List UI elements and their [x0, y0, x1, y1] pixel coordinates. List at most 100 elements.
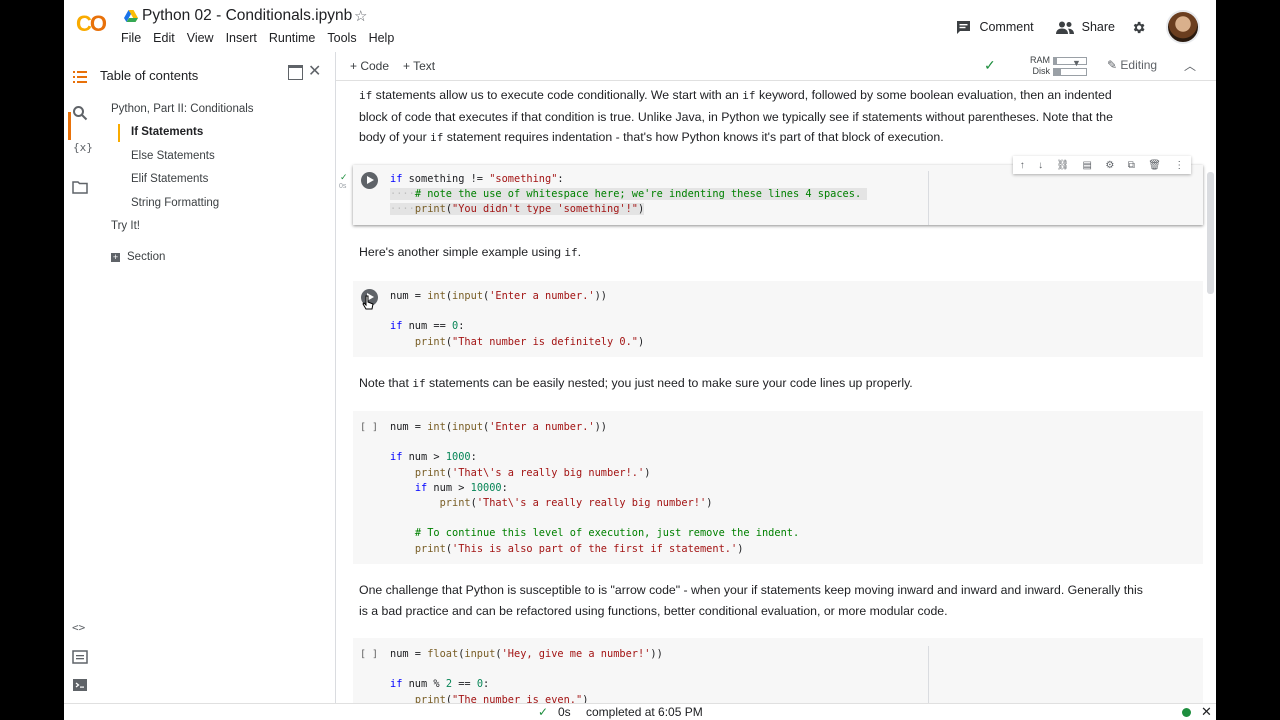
link-icon[interactable]: ⛓ [1056, 160, 1069, 171]
mouse-cursor-icon [362, 295, 374, 310]
toc-item-elif-statements[interactable]: Elif Statements [131, 173, 208, 185]
text-4-line2: is a bad practice and can be refactored … [359, 603, 948, 618]
disk-label: Disk [1032, 66, 1051, 76]
rail-active-indicator [68, 112, 71, 140]
connection-status-dot [1182, 708, 1191, 717]
code-snippets-icon[interactable]: <> [72, 621, 88, 637]
disk-bar [1053, 67, 1087, 76]
text-cell-3: Note that if statements can be easily ne… [359, 373, 1179, 395]
ruler-line [928, 171, 929, 225]
add-text-label: Text [413, 59, 436, 73]
add-code-button[interactable]: + Code [350, 59, 389, 73]
share-button[interactable]: Share [1055, 20, 1115, 34]
text-3a: Note that [359, 376, 409, 390]
text-2a: Here's another simple example using [359, 245, 561, 259]
code-editor[interactable]: num = float(input('Hey, give me a number… [390, 647, 663, 703]
menu-tools[interactable]: Tools [327, 31, 356, 45]
gear-icon [1133, 21, 1145, 33]
inline-code: if [412, 377, 426, 390]
expand-section-icon[interactable]: + [111, 253, 120, 262]
comment-icon[interactable]: ▤ [1083, 160, 1092, 171]
table-of-contents-panel: Table of contents ✕ Python, Part II: Con… [98, 52, 336, 720]
move-up-icon[interactable]: ↑ [1020, 160, 1025, 171]
run-cell-button[interactable] [361, 172, 378, 189]
run-cell-bracket[interactable]: [ ] [360, 422, 378, 433]
editing-mode-button[interactable]: ✎ Editing [1107, 58, 1157, 72]
resources-dropdown-icon[interactable]: ▼ [1072, 58, 1081, 68]
open-in-tab-icon[interactable] [288, 65, 303, 80]
notebook-title[interactable]: Python 02 - Conditionals.ipynb [142, 7, 352, 25]
menu-runtime[interactable]: Runtime [269, 31, 316, 45]
code-cell-2[interactable]: num = int(input('Enter a number.')) if n… [353, 281, 1203, 357]
text-4-line1: One challenge that Python is susceptible… [359, 583, 1143, 597]
variables-icon[interactable]: {x} [73, 141, 93, 157]
menu-help[interactable]: Help [369, 31, 395, 45]
code-editor[interactable]: num = int(input('Enter a number.')) if n… [390, 420, 799, 557]
avatar[interactable] [1166, 10, 1200, 44]
more-vert-icon[interactable]: ⋮ [1174, 160, 1184, 171]
delete-icon[interactable]: 🗑 [1148, 160, 1161, 171]
menu-view[interactable]: View [187, 31, 214, 45]
toc-item-else-statements[interactable]: Else Statements [131, 150, 215, 162]
content-scrollbar[interactable] [1207, 172, 1214, 294]
close-status-icon[interactable]: ✕ [1201, 704, 1212, 720]
terminal-icon[interactable] [72, 677, 88, 693]
people-icon [1055, 21, 1074, 34]
menu-edit[interactable]: Edit [153, 31, 175, 45]
code-editor[interactable]: num = int(input('Enter a number.')) if n… [390, 289, 644, 350]
toc-item-try-it[interactable]: Try It! [111, 220, 140, 232]
editing-label: Editing [1120, 58, 1158, 72]
colab-logo[interactable]: CO [76, 11, 107, 37]
status-time: 0s [558, 705, 571, 719]
menu-insert[interactable]: Insert [226, 31, 257, 45]
ram-label: RAM [1030, 55, 1050, 65]
mirror-cell-icon[interactable]: ⧉ [1128, 160, 1135, 171]
toc-item-if-statements[interactable]: If Statements [131, 126, 203, 138]
intro-text-3a: body of your [359, 130, 427, 144]
code-editor[interactable]: if something != "something": ····# note … [390, 172, 868, 218]
collapse-header-icon[interactable]: ︿ [1184, 57, 1196, 74]
executed-check-icon: ✓ [340, 172, 348, 182]
code-cell-1[interactable]: ↑ ↓ ⛓ ▤ ⚙ ⧉ 🗑 ⋮ ✓ 0s if something != "so… [339, 156, 1203, 225]
command-palette-icon[interactable] [72, 649, 88, 665]
move-down-icon[interactable]: ↓ [1038, 160, 1043, 171]
code-cell-3[interactable]: [ ] num = int(input('Enter a number.')) … [353, 411, 1203, 564]
drive-icon [124, 10, 138, 22]
status-check-icon: ✓ [538, 705, 549, 719]
gear-icon[interactable]: ⚙ [1105, 160, 1114, 171]
colab-app: CO Python 02 - Conditionals.ipynb ☆ File… [64, 0, 1216, 720]
ram-bar [1053, 56, 1087, 65]
comment-button[interactable]: Comment [956, 20, 1034, 35]
status-message[interactable]: completed at 6:05 PM [586, 705, 703, 719]
intro-text-1b: keyword, followed by some boolean evalua… [758, 88, 1112, 102]
execution-time: 0s [339, 183, 347, 190]
folder-icon[interactable] [72, 179, 88, 195]
search-icon[interactable] [72, 105, 88, 121]
star-icon[interactable]: ☆ [354, 7, 367, 25]
header: CO Python 02 - Conditionals.ipynb ☆ File… [64, 0, 1216, 52]
inline-code: if [430, 131, 444, 144]
toc-item-section[interactable]: Section [127, 251, 165, 263]
toc-selected-indicator [118, 124, 120, 142]
inline-code: if [564, 246, 578, 259]
add-text-button[interactable]: + Text [403, 59, 435, 73]
code-cell-4[interactable]: [ ] num = float(input('Hey, give me a nu… [353, 638, 1203, 703]
add-code-label: Code [360, 59, 390, 73]
ruler-line [928, 646, 929, 703]
toc-item-string-formatting[interactable]: String Formatting [131, 197, 219, 209]
share-label: Share [1081, 20, 1115, 34]
menu-file[interactable]: File [121, 31, 141, 45]
cell-toolbar: ↑ ↓ ⛓ ▤ ⚙ ⧉ 🗑 ⋮ [1013, 156, 1191, 174]
toc-icon[interactable] [72, 69, 88, 85]
icon-rail: {x} <> [64, 52, 98, 720]
text-cell-4: One challenge that Python is susceptible… [359, 580, 1179, 621]
settings-button[interactable] [1131, 20, 1154, 35]
run-cell-bracket[interactable]: [ ] [360, 649, 378, 660]
connected-check-icon: ✓ [984, 57, 996, 73]
toc-item-python-part-ii[interactable]: Python, Part II: Conditionals [111, 103, 254, 115]
close-icon[interactable]: ✕ [308, 61, 321, 81]
text-cell-intro: if statements allow us to execute code c… [359, 85, 1179, 149]
text-2b: . [577, 245, 582, 259]
status-bar: ✓ 0s completed at 6:05 PM ✕ [64, 703, 1216, 720]
inline-code: if [359, 89, 373, 102]
